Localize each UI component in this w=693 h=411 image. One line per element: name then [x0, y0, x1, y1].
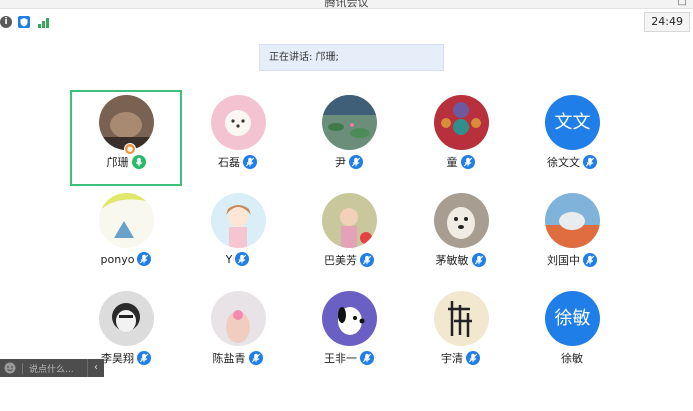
participant-name-row: 刘国中: [516, 252, 628, 268]
chat-divider: [22, 362, 23, 374]
window-title: 腾讯会议: [324, 0, 369, 9]
participant-tile[interactable]: 徐敏 徐敏: [516, 286, 628, 382]
participant-tile[interactable]: 王非一: [293, 286, 405, 382]
avatar: [210, 95, 266, 150]
avatar: [99, 291, 154, 346]
shield-icon[interactable]: [18, 16, 30, 28]
participant-name-row: 石磊: [182, 154, 294, 170]
participant-tile[interactable]: 文文 徐文文: [516, 90, 628, 186]
avatar: [322, 193, 377, 248]
avatar: [210, 291, 266, 346]
participant-name-row: 茅敏敏: [405, 252, 517, 268]
mic-muted-icon[interactable]: [460, 155, 475, 169]
mic-muted-icon[interactable]: [466, 351, 480, 365]
participant-name-row: Y: [182, 252, 294, 266]
participant-name: 王非一: [324, 352, 357, 365]
avatar: 徐敏: [545, 291, 600, 346]
avatar: [433, 291, 489, 346]
participant-tile[interactable]: 刘国中: [516, 188, 628, 284]
participant-name-row: 徐文文: [516, 154, 628, 170]
avatar: [322, 95, 377, 150]
info-icon[interactable]: i: [0, 16, 12, 28]
participant-name: 石磊: [218, 156, 240, 169]
participant-name-row: 宇清: [405, 350, 517, 366]
participant-tile[interactable]: ponyo: [70, 188, 182, 284]
avatar: [545, 193, 600, 248]
participant-name: 陈盐青: [212, 352, 246, 365]
avatar: [99, 95, 154, 150]
participant-tile[interactable]: 宇清: [405, 286, 517, 382]
participant-tile[interactable]: 尹: [293, 90, 405, 186]
participant-name: ponyo: [100, 252, 135, 266]
mic-muted-icon[interactable]: [471, 253, 486, 267]
minimize-icon[interactable]: □: [678, 0, 687, 7]
participant-name-row: 陈盐青: [182, 350, 294, 366]
participant-name-row: 童: [405, 154, 517, 170]
participant-name: 邝珊: [106, 156, 129, 169]
mic-muted-icon[interactable]: [583, 253, 597, 267]
speaking-indicator: 正在讲话: 邝珊;: [259, 44, 444, 71]
emoji-icon[interactable]: [4, 362, 16, 374]
network-signal-icon[interactable]: [38, 16, 50, 28]
participant-name-row: 尹: [293, 154, 405, 170]
avatar: [210, 193, 266, 248]
participant-name: 刘国中: [547, 254, 580, 267]
participant-name-row: 王非一: [293, 350, 405, 366]
participant-tile[interactable]: 茅敏敏: [405, 188, 517, 284]
mic-muted-icon[interactable]: [243, 155, 257, 169]
avatar: 文文: [545, 95, 600, 150]
participant-name: Y: [225, 252, 233, 266]
participant-tile[interactable]: 巴美芳: [293, 188, 405, 284]
participant-name: 宇清: [441, 352, 463, 365]
participant-name: 徐文文: [547, 156, 580, 169]
participant-name: 徐敏: [561, 352, 583, 365]
avatar: [433, 193, 489, 248]
chat-bar[interactable]: 说点什么... ‹: [0, 359, 104, 377]
avatar: [99, 193, 154, 248]
participant-tile[interactable]: Y: [182, 188, 294, 284]
participant-name-row: 邝珊: [72, 154, 180, 170]
participant-name-row: ponyo: [70, 252, 182, 266]
title-bar: 腾讯会议 □: [0, 0, 693, 9]
participant-name-row: 巴美芳: [293, 252, 405, 268]
mic-muted-icon[interactable]: [235, 252, 250, 266]
participant-tile[interactable]: 童: [405, 90, 517, 186]
participant-tile[interactable]: 陈盐青: [182, 286, 294, 382]
mic-muted-icon[interactable]: [349, 155, 363, 169]
meeting-timer: 24:49: [644, 12, 690, 32]
participant-name: 茅敏敏: [435, 254, 469, 267]
avatar: [322, 291, 377, 346]
participant-name: 尹: [335, 156, 346, 169]
avatar: [433, 95, 489, 150]
participant-tile[interactable]: ● 邝珊: [70, 90, 182, 186]
participant-name: 童: [446, 156, 458, 169]
participant-tile[interactable]: 石磊: [182, 90, 294, 186]
mic-muted-icon[interactable]: [137, 351, 151, 365]
mic-muted-icon[interactable]: [360, 351, 374, 365]
mic-active-icon[interactable]: [131, 155, 146, 169]
mic-muted-icon[interactable]: [360, 253, 374, 267]
mic-muted-icon[interactable]: [137, 252, 152, 266]
chat-input[interactable]: 说点什么...: [29, 362, 74, 375]
mic-muted-icon[interactable]: [583, 155, 597, 169]
collapse-chat-icon[interactable]: ‹: [87, 359, 104, 377]
participant-name-row: 徐敏: [516, 350, 628, 366]
participant-name: 李昊翔: [101, 352, 134, 365]
participant-name: 巴美芳: [324, 254, 357, 267]
mic-muted-icon[interactable]: [248, 351, 263, 365]
toolbar: i 24:49: [0, 10, 693, 34]
